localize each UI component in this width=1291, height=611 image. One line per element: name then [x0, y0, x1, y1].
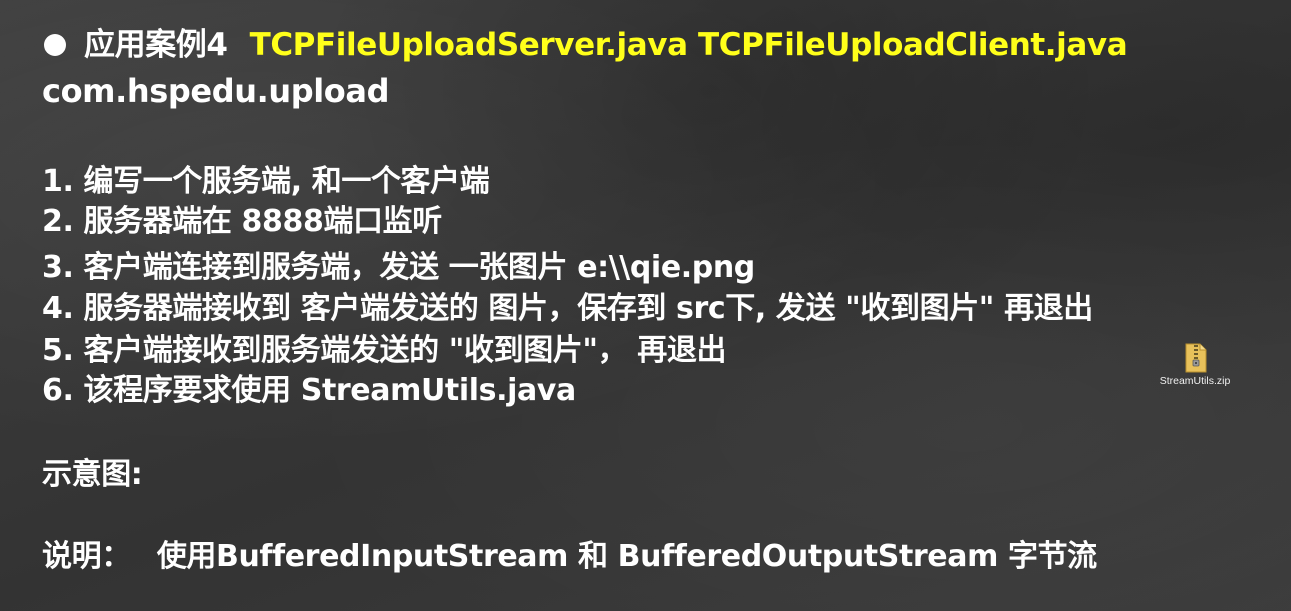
step-item: 3. 客户端连接到服务端，发送 一张图片 e:\\qie.png: [42, 250, 755, 285]
step-item: 1. 编写一个服务端, 和一个客户端: [42, 164, 490, 199]
bullet-icon: [44, 33, 66, 56]
slide: 应用案例4 TCPFileUploadServer.java TCPFileUpl…: [0, 0, 1291, 611]
step-item: 5. 客户端接收到服务端发送的 "收到图片"， 再退出: [42, 333, 727, 368]
note-row: 说明： 使用BufferedInputStream 和 BufferedOutpu…: [42, 538, 1097, 576]
step-item: 2. 服务器端在 8888端口监听: [42, 204, 442, 239]
zip-attachment[interactable]: StreamUtils.zip: [1150, 343, 1240, 391]
step-item: 6. 该程序要求使用 StreamUtils.java: [42, 373, 576, 408]
file-names: TCPFileUploadServer.java TCPFileUploadCl…: [249, 27, 1128, 63]
step-item: 4. 服务器端接收到 客户端发送的 图片，保存到 src下, 发送 "收到图片"…: [42, 291, 1093, 326]
zip-archive-icon: [1185, 343, 1207, 373]
zip-filename: StreamUtils.zip: [1159, 375, 1231, 387]
title-row: 应用案例4 TCPFileUploadServer.java TCPFileUpl…: [42, 26, 1128, 65]
package-name: com.hspedu.upload: [42, 72, 390, 110]
case-heading: 应用案例4: [84, 27, 228, 63]
note-text: 使用BufferedInputStream 和 BufferedOutputSt…: [156, 539, 1097, 574]
diagram-label: 示意图:: [42, 457, 143, 492]
note-label: 说明：: [42, 539, 131, 574]
